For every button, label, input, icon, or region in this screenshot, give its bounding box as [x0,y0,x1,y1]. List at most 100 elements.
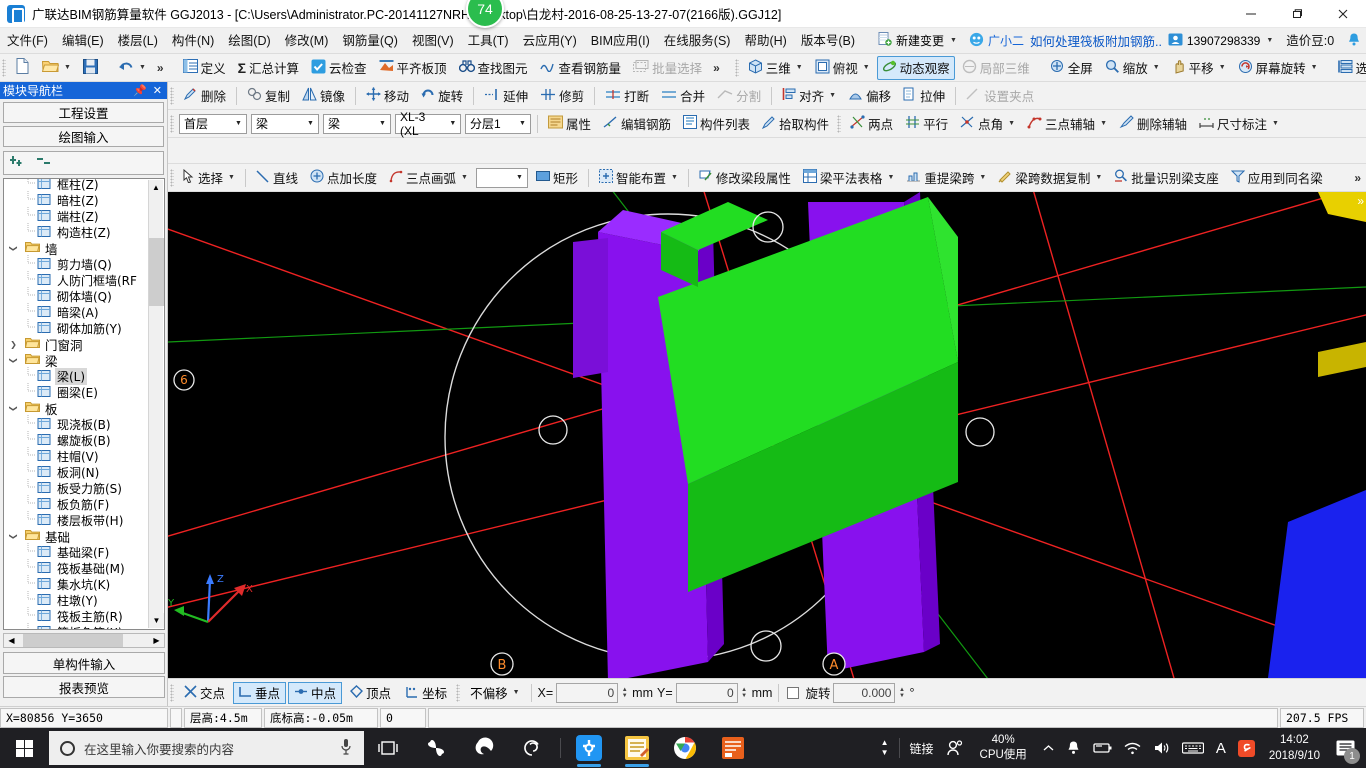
spiral-icon[interactable] [508,728,556,768]
snap-coordinate-button[interactable]: 坐标 [399,682,453,704]
align-button[interactable]: 对齐 ▼ [777,84,841,108]
zoom-button[interactable]: 缩放 ▼ [1100,56,1165,80]
batch-select-button[interactable]: 批量选择 [628,56,707,80]
snap-midpoint-button[interactable]: 中点 [288,681,343,704]
pan-button[interactable]: 平移 ▼ [1167,56,1231,80]
mirror-button[interactable]: 镜像 [297,84,350,108]
sidebar-tab-single-component-input[interactable]: 单构件输入 [3,652,165,674]
chevron-right-icon[interactable]: ❯ [8,340,19,349]
sidebar-tab-drawing-input[interactable]: 绘图输入 [3,126,164,147]
taskbar-search-input[interactable]: 在这里输入你要搜索的内容 [49,731,364,765]
menu-help[interactable]: 帮助(H) [737,28,793,54]
glodon-app-icon[interactable] [565,728,613,768]
people-icon[interactable] [940,739,970,757]
notification-bell-button[interactable] [1341,32,1366,50]
view-rebar-quantity-button[interactable]: 查看钢筋量 [535,56,627,80]
menu-draw[interactable]: 绘图(D) [221,28,277,54]
layer-select[interactable]: 分层1 ▼ [465,113,531,134]
action-center-button[interactable]: 1 [1328,728,1362,768]
close-icon[interactable]: ✕ [153,84,162,97]
menu-online-service[interactable]: 在线服务(S) [657,28,738,54]
tree-item-folder[interactable]: ❯ 门窗洞 [4,336,150,353]
task-view-icon[interactable] [364,728,412,768]
screen-rotate-button[interactable]: 屏幕旋转 ▼ [1233,56,1323,80]
toolbar-gripper[interactable] [170,114,174,133]
tree-item-leaf[interactable]: 筏板负筋(X) [4,622,150,629]
dimension-button[interactable]: 尺寸标注 ▼ [1194,112,1284,136]
chevron-down-icon[interactable]: ❯ [9,243,18,254]
tree-item-leaf[interactable]: 楼层板带(H) [4,510,150,528]
toolbar-gripper[interactable] [456,683,461,702]
toolbar-gripper[interactable] [170,168,174,187]
sidebar-tab-report-preview[interactable]: 报表预览 [3,676,165,698]
menu-modify[interactable]: 修改(M) [278,28,336,54]
menu-version[interactable]: 版本号(B) [794,28,862,54]
promo-link[interactable]: 如何处理筏板附加钢筋.. [1030,31,1162,50]
menu-file[interactable]: 文件(F) [0,28,55,54]
y-offset-input[interactable]: 0 [675,682,738,703]
snap-perpendicular-button[interactable]: 垂点 [233,681,287,704]
battery-icon[interactable] [1087,741,1118,755]
merge-button[interactable]: 合并 [656,84,710,108]
chrome-app-icon[interactable] [661,728,709,768]
volume-icon[interactable] [1147,741,1176,755]
tree-horizontal-scrollbar[interactable]: ◀ ▶ [3,633,165,648]
menu-edit[interactable]: 编辑(E) [55,28,111,54]
toolbar-main-overflow[interactable]: » [708,61,725,75]
set-grip-button[interactable]: 设置夹点 [961,84,1039,108]
model-3d-viewport[interactable]: 6 B A Z X Y » [168,192,1366,678]
partial-3d-button[interactable]: 局部三维 [957,56,1035,80]
save-button[interactable] [78,56,103,80]
component-category-select[interactable]: 梁 ▼ [323,113,391,134]
snap-vertex-button[interactable]: 顶点 [344,682,397,704]
draw-extra-select[interactable]: ▼ [475,167,528,188]
scrollbar-thumb[interactable] [23,634,123,647]
beans-label[interactable]: 造价豆:0 [1279,28,1341,54]
tree-vertical-scrollbar[interactable]: ▲ ▼ [148,180,164,628]
re-extract-span-button[interactable]: 重提梁跨 ▼ [901,166,991,190]
span-data-copy-button[interactable]: 梁跨数据复制 ▼ [993,166,1107,190]
apply-same-name-beam-button[interactable]: 应用到同名梁 [1226,166,1328,190]
tree-item-leaf[interactable]: 构造柱(Z) [4,222,150,240]
define-button[interactable]: 定义 [178,56,231,80]
start-button[interactable] [0,728,48,768]
properties-button[interactable]: 属性 [543,112,596,136]
rotate-input[interactable]: 0.000 [833,682,896,703]
x-offset-spinner[interactable]: ▲ ▼ [619,683,630,703]
edit-rebar-button[interactable]: 编辑钢筋 [598,112,676,136]
stretch-button[interactable]: 拉伸 [898,84,950,108]
three-point-arc-button[interactable]: 三点画弧 ▼ [384,166,473,190]
open-file-button[interactable]: ▼ [37,56,76,80]
split-button[interactable]: 分割 [712,84,766,108]
menu-view[interactable]: 视图(V) [405,28,461,54]
y-offset-spinner[interactable]: ▲ ▼ [739,683,750,703]
sidebar-tab-project-settings[interactable]: 工程设置 [3,102,164,123]
beam-table-button[interactable]: 梁平法表格 ▼ [798,166,899,190]
rotate-button[interactable]: 旋转 [416,84,468,108]
menu-cloud-app[interactable]: 云应用(Y) [516,28,584,54]
new-change-button[interactable]: 新建变更 ▼ [872,31,963,50]
rectangle-tool-button[interactable]: 矩形 [531,166,583,190]
tray-link-label[interactable]: 链接 [904,740,940,757]
edit-beam-segment-button[interactable]: 修改梁段属性 [694,166,796,190]
point-angle-axis-button[interactable]: 点角 ▼ [955,112,1020,136]
pinwheel-icon[interactable] [412,728,460,768]
component-type-select[interactable]: 梁 ▼ [251,113,319,134]
maximize-restore-button[interactable] [1274,0,1320,28]
scroll-up-arrow[interactable]: ▲ [149,180,163,195]
pick-component-button[interactable]: 拾取构件 [757,112,834,136]
component-list-button[interactable]: 构件列表 [678,112,755,136]
move-button[interactable]: 移动 [361,84,414,108]
pdf-app-icon[interactable] [709,728,757,768]
two-point-axis-button[interactable]: 两点 [845,112,898,136]
component-tree[interactable]: 框柱(Z) 暗柱(Z) 端柱(Z) 构造柱(Z) ❯ 墙剪力墙(Q) 人防门框墙(RF 砌体墙… [3,178,165,630]
align-slab-top-button[interactable]: 平齐板顶 [374,56,452,80]
offset-mode-select[interactable]: 不偏移 ▼ [464,682,525,704]
break-button[interactable]: 打断 [600,84,654,108]
bell-icon[interactable] [1060,740,1087,756]
menu-bim-app[interactable]: BIM应用(I) [584,28,657,54]
cpu-usage-tray[interactable]: 40% CPU使用 [970,733,1037,763]
three-d-button[interactable]: 三维 ▼ [743,56,808,80]
menu-component[interactable]: 构件(N) [165,28,221,54]
extend-button[interactable]: 延伸 [479,84,533,108]
